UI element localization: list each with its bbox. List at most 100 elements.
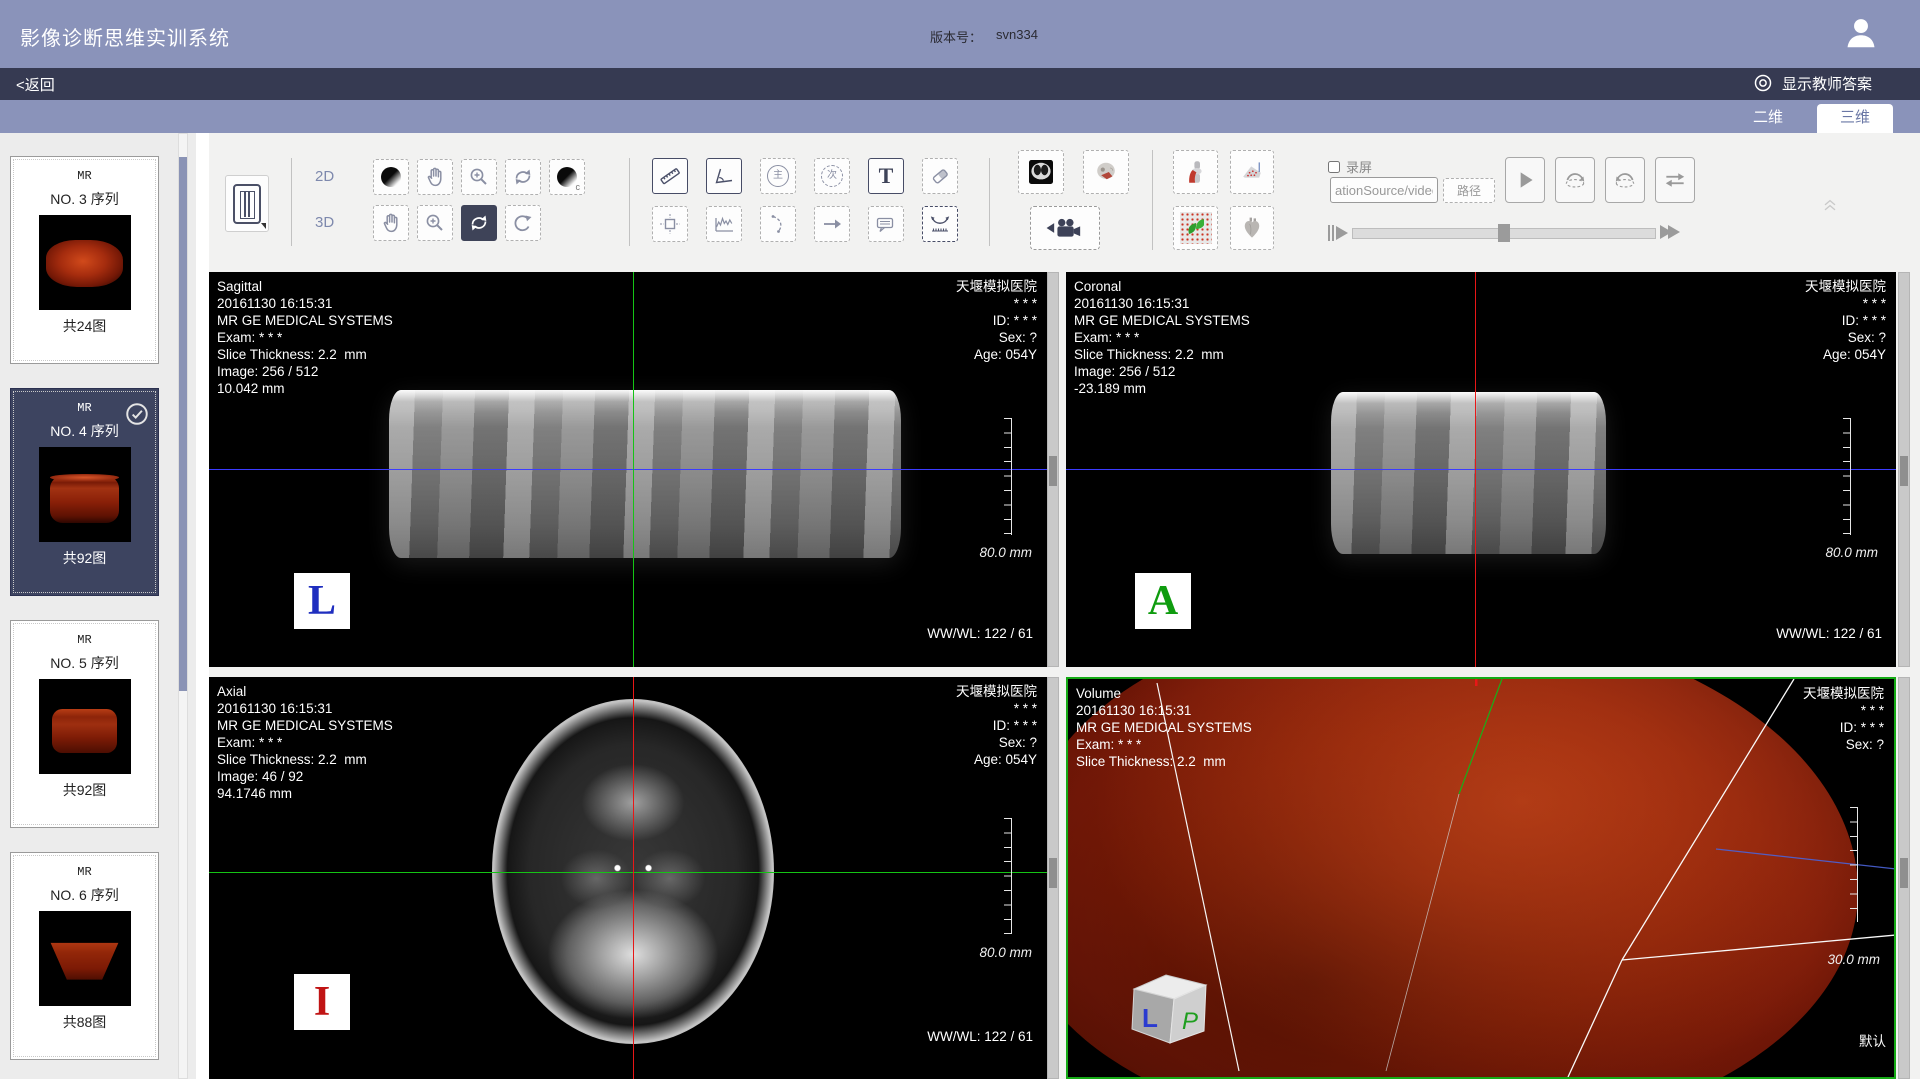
series-card-no5[interactable]: MR NO. 5 序列 共92图 bbox=[10, 620, 159, 828]
coronal-info-left: Coronal20161130 16:15:31MR GE MEDICAL SY… bbox=[1074, 278, 1250, 397]
tool-text-annotation[interactable]: T bbox=[868, 158, 904, 194]
tab-2d[interactable]: 二维 bbox=[1743, 106, 1793, 127]
preset-foot-button[interactable] bbox=[1230, 150, 1274, 194]
tool-intensity-profile[interactable] bbox=[706, 206, 742, 242]
tool-2d-window-level[interactable] bbox=[373, 159, 409, 195]
volume-scrollbar[interactable] bbox=[1898, 677, 1910, 1079]
tool-curve-ruler[interactable] bbox=[922, 206, 958, 242]
tool-angle[interactable] bbox=[706, 158, 742, 194]
preset-knee-button[interactable] bbox=[1173, 150, 1218, 194]
tool-main-focus[interactable]: 主 bbox=[760, 158, 796, 194]
record-screen-label: 录屏 bbox=[1346, 157, 1372, 176]
chevrons-up-icon bbox=[1820, 194, 1840, 214]
rotate-right-icon bbox=[1562, 167, 1588, 193]
crosshair-horizontal-blue[interactable] bbox=[209, 469, 1047, 470]
crosshair-vertical-red[interactable] bbox=[633, 677, 634, 1079]
pan-hand-icon bbox=[379, 211, 403, 235]
collapse-toolbar-button[interactable] bbox=[1820, 194, 1840, 214]
dropdown-triangle-icon bbox=[261, 223, 266, 229]
tool-eraser[interactable] bbox=[922, 158, 958, 194]
export-video-icon bbox=[1045, 215, 1085, 241]
tool-3d-zoom[interactable] bbox=[417, 205, 453, 241]
series-card-no4[interactable]: MR NO. 4 序列 共92图 bbox=[10, 388, 159, 596]
axial-slice-scrollbar[interactable] bbox=[1047, 677, 1059, 1079]
back-button[interactable]: <返回 bbox=[16, 74, 55, 95]
series-card-no3[interactable]: MR NO. 3 序列 共24图 bbox=[10, 156, 159, 364]
export-video-button[interactable] bbox=[1030, 206, 1100, 250]
preset-segmentation-button[interactable] bbox=[1173, 206, 1218, 250]
sagittal-wwwl-label: WW/WL: 122 / 61 bbox=[927, 626, 1033, 641]
tool-2d-pan[interactable] bbox=[417, 159, 453, 195]
record-screen-checkbox[interactable]: 录屏 bbox=[1328, 157, 1372, 176]
swap-direction-button[interactable] bbox=[1655, 157, 1695, 203]
series-title: NO. 4 序列 bbox=[50, 421, 118, 441]
tool-2d-zoom[interactable] bbox=[461, 159, 497, 195]
viewport-volume[interactable]: Volume20161130 16:15:31MR GE MEDICAL SYS… bbox=[1066, 677, 1896, 1079]
cube-letter-L: L bbox=[1142, 1003, 1158, 1033]
coronal-mr-image bbox=[1331, 392, 1606, 554]
layout-chooser-button[interactable] bbox=[225, 175, 269, 232]
orientation-cube[interactable]: L P bbox=[1126, 967, 1216, 1054]
sagittal-slice-scrollbar[interactable] bbox=[1047, 272, 1059, 667]
series-modality: MR bbox=[77, 865, 91, 879]
animation-slider-thumb[interactable] bbox=[1498, 224, 1510, 242]
scrollbar-thumb[interactable] bbox=[1049, 456, 1057, 486]
scrollbar-thumb[interactable] bbox=[1900, 456, 1908, 486]
tool-secondary-focus[interactable]: 次 bbox=[814, 158, 850, 194]
viewport-axial[interactable]: Axial20161130 16:15:31MR GE MEDICAL SYST… bbox=[209, 677, 1047, 1079]
foot-preset-icon bbox=[1240, 160, 1264, 184]
preset-lung-ct-button[interactable] bbox=[1018, 150, 1064, 194]
crosshair-horizontal-blue[interactable] bbox=[1066, 469, 1896, 470]
path-button[interactable]: 路径 bbox=[1443, 178, 1495, 203]
tool-arrow-annotation[interactable] bbox=[814, 206, 850, 242]
tool-spline-curve[interactable] bbox=[760, 206, 796, 242]
rotate-left-icon bbox=[1612, 167, 1638, 193]
crosshair-vertical-green[interactable] bbox=[633, 272, 634, 667]
viewport-coronal[interactable]: Coronal20161130 16:15:31MR GE MEDICAL SY… bbox=[1066, 272, 1896, 667]
tool-3d-pan[interactable] bbox=[373, 205, 409, 241]
tool-2d-rotate[interactable] bbox=[505, 159, 541, 195]
tool-comment[interactable] bbox=[868, 206, 904, 242]
slider-step-back-control[interactable] bbox=[1328, 225, 1348, 241]
layout-grid-icon bbox=[233, 184, 261, 224]
series-thumbnail bbox=[39, 911, 131, 1006]
series-card-no6[interactable]: MR NO. 6 序列 共88图 bbox=[10, 852, 159, 1060]
reset-view-icon bbox=[511, 211, 535, 235]
record-screen-checkbox-input[interactable] bbox=[1328, 161, 1340, 173]
show-teacher-answer-button[interactable]: 显示教师答案 bbox=[1752, 72, 1872, 94]
sidebar-scrollbar[interactable] bbox=[178, 133, 188, 1079]
rotate-right-button[interactable] bbox=[1555, 157, 1595, 203]
series-modality: MR bbox=[77, 401, 91, 415]
coronal-slice-scrollbar[interactable] bbox=[1898, 272, 1910, 667]
scrollbar-thumb[interactable] bbox=[1049, 858, 1057, 888]
preset-heart-button[interactable] bbox=[1230, 206, 1274, 250]
sagittal-mr-image bbox=[389, 390, 901, 558]
orientation-letter-I: I bbox=[294, 974, 350, 1030]
tool-3d-reset[interactable] bbox=[505, 205, 541, 241]
volume-preset-label[interactable]: 默认 bbox=[1859, 1030, 1886, 1050]
app-window: 影像诊断思维实训系统 版本号： svn334 <返回 显示教师答案 二维 三维 … bbox=[0, 0, 1920, 1079]
tool-ruler[interactable] bbox=[652, 158, 688, 194]
version-label: 版本号： bbox=[930, 27, 982, 46]
video-path-input[interactable] bbox=[1330, 177, 1438, 203]
secondary-focus-circle-icon: 次 bbox=[821, 165, 843, 187]
play-button[interactable] bbox=[1505, 157, 1545, 203]
tool-3d-rotate[interactable] bbox=[461, 205, 497, 241]
crosshair-vertical-red[interactable] bbox=[1475, 272, 1476, 667]
show-teacher-answer-label: 显示教师答案 bbox=[1782, 73, 1872, 94]
preset-skull-3d-button[interactable] bbox=[1083, 150, 1129, 194]
tool-roi-box[interactable] bbox=[652, 206, 688, 242]
tab-3d[interactable]: 三维 bbox=[1817, 104, 1893, 133]
rotate-left-button[interactable] bbox=[1605, 157, 1645, 203]
axial-info-left: Axial20161130 16:15:31MR GE MEDICAL SYST… bbox=[217, 683, 393, 802]
sidebar-scrollbar-thumb[interactable] bbox=[179, 157, 187, 691]
slider-fast-forward-control[interactable] bbox=[1660, 225, 1680, 239]
viewport-sagittal[interactable]: Sagittal20161130 16:15:31MR GE MEDICAL S… bbox=[209, 272, 1047, 667]
tool-2d-window-level-reset[interactable]: c bbox=[549, 159, 585, 195]
axial-scale-label: 80.0 mm bbox=[979, 945, 1032, 960]
crosshair-horizontal-green[interactable] bbox=[209, 872, 1047, 873]
roi-box-icon bbox=[658, 212, 682, 236]
scrollbar-thumb[interactable] bbox=[1900, 858, 1908, 888]
user-avatar-icon[interactable] bbox=[1842, 14, 1880, 52]
segmentation-preset-icon bbox=[1180, 212, 1212, 244]
